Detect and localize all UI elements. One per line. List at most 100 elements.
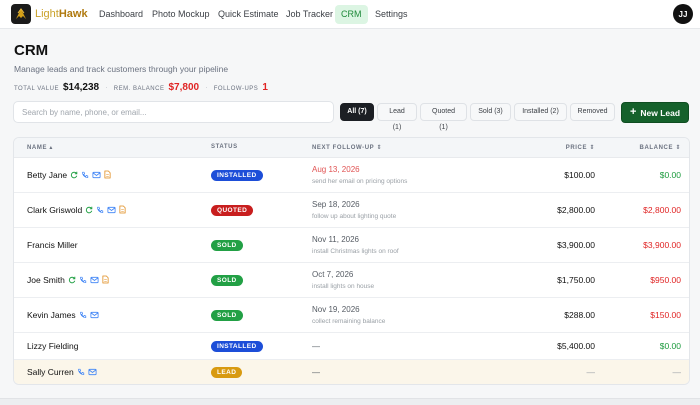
follow-ups-count: 1 xyxy=(262,82,268,93)
table-row[interactable]: Betty Jane INSTALLED Aug 13, 2026 send her … xyxy=(14,158,689,193)
filter-removed[interactable]: Removed xyxy=(570,103,615,121)
header-followup[interactable]: NEXT FOLLOW-UP ⇕ xyxy=(312,144,382,151)
followup-date: Nov 11, 2026 xyxy=(312,234,359,244)
nav-crm[interactable]: CRM xyxy=(335,5,368,24)
table-row[interactable]: Lizzy Fielding INSTALLED — $5,400.00 $0.00 xyxy=(14,333,689,360)
customer-name[interactable]: Lizzy Fielding xyxy=(27,341,79,351)
mail-icon[interactable] xyxy=(90,311,99,319)
search-input[interactable] xyxy=(13,101,334,123)
followup-note: send her email on pricing options xyxy=(312,177,408,185)
customer-name-label: Sally Curren xyxy=(27,367,74,377)
followup-date: Sep 18, 2026 xyxy=(312,199,360,209)
total-value: $14,238 xyxy=(62,82,100,93)
customer-name[interactable]: Joe Smith xyxy=(27,275,109,285)
refresh-icon[interactable] xyxy=(68,276,76,284)
filter-sold[interactable]: Sold (3) xyxy=(470,103,511,121)
followup-note: install lights on house xyxy=(312,282,375,290)
status-badge: SOLD xyxy=(211,309,243,321)
followup-note: install Christmas lights on roof xyxy=(312,247,399,255)
status-badge: QUOTED xyxy=(211,204,254,216)
page-subtitle: Manage leads and track customers through… xyxy=(14,64,229,74)
customer-name-label: Kevin James xyxy=(27,309,76,320)
table-row[interactable]: Francis Miller SOLD Nov 11, 2026 install Ch… xyxy=(14,228,689,263)
nav-dashboard[interactable]: Dashboard xyxy=(93,5,149,24)
customer-name[interactable]: Francis Miller xyxy=(27,240,78,250)
header-name[interactable]: NAME ▴ xyxy=(27,144,53,151)
sort-icon: ⇕ xyxy=(589,145,595,151)
status-badge: INSTALLED xyxy=(211,169,263,181)
nav-job-tracker[interactable]: Job Tracker xyxy=(280,5,339,24)
page-title: CRM xyxy=(14,42,49,59)
new-lead-label: New Lead xyxy=(640,107,681,118)
phone-icon[interactable] xyxy=(79,276,87,284)
customer-name[interactable]: Sally Curren xyxy=(27,367,97,377)
table-row[interactable]: Kevin James SOLD Nov 19, 2026 collect remai… xyxy=(14,298,689,333)
header-balance[interactable]: BALANCE ⇕ xyxy=(640,144,681,151)
followup-date: Nov 19, 2026 xyxy=(312,304,360,314)
filter-lead[interactable]: Lead (1) xyxy=(377,103,417,131)
followup-note: follow up about lighting quote xyxy=(312,212,397,220)
phone-icon[interactable] xyxy=(77,368,85,376)
price-value: $1,750.00 xyxy=(557,274,595,285)
customer-name-label: Joe Smith xyxy=(27,274,65,285)
document-icon[interactable] xyxy=(104,170,111,179)
nav-settings[interactable]: Settings xyxy=(369,5,414,24)
brand-name[interactable]: LightHawk xyxy=(35,8,88,20)
table-header: NAME ▴ STATUS NEXT FOLLOW-UP ⇕ PRICE ⇕ B… xyxy=(14,138,689,158)
price-value: $5,400.00 xyxy=(557,340,595,351)
refresh-icon[interactable] xyxy=(70,171,78,179)
page-footer-bar xyxy=(0,398,700,405)
plus-icon: + xyxy=(629,106,637,118)
header-status[interactable]: STATUS xyxy=(211,144,238,150)
refresh-icon[interactable] xyxy=(85,206,93,214)
sort-icon: ⇕ xyxy=(675,145,681,151)
status-badge: SOLD xyxy=(211,274,243,286)
phone-icon[interactable] xyxy=(79,311,87,319)
customer-name-label: Betty Jane xyxy=(27,169,68,180)
customer-name-label: Lizzy Fielding xyxy=(27,340,79,351)
followup-date: Oct 7, 2026 xyxy=(312,269,354,279)
separator-dot: · xyxy=(105,83,108,92)
filter-installed[interactable]: Installed (2) xyxy=(514,103,567,121)
table-row[interactable]: Clark Griswold QUOTED Sep 18, 2026 follow u… xyxy=(14,193,689,228)
mail-icon[interactable] xyxy=(88,368,97,376)
balance-value: $0.00 xyxy=(659,169,681,180)
mail-icon[interactable] xyxy=(90,276,99,284)
customer-name[interactable]: Betty Jane xyxy=(27,170,111,180)
nav-photo-mockup[interactable]: Photo Mockup xyxy=(146,5,216,24)
status-badge: INSTALLED xyxy=(211,340,263,352)
document-icon[interactable] xyxy=(119,205,126,214)
top-nav: LightHawk Dashboard Photo Mockup Quick E… xyxy=(0,0,700,29)
lighthawk-logo-icon[interactable] xyxy=(11,4,31,24)
customer-name[interactable]: Kevin James xyxy=(27,310,99,320)
followup-date: Aug 13, 2026 xyxy=(312,164,360,174)
table-row[interactable]: Sally Curren LEAD — — — xyxy=(14,360,689,384)
mail-icon[interactable] xyxy=(107,206,116,214)
customer-name[interactable]: Clark Griswold xyxy=(27,205,126,215)
balance-value: $950.00 xyxy=(650,274,681,285)
follow-ups-label: FOLLOW-UPS xyxy=(213,86,259,92)
document-icon[interactable] xyxy=(102,275,109,284)
sort-icon: ⇕ xyxy=(376,145,383,151)
nav-quick-estimate[interactable]: Quick Estimate xyxy=(212,5,285,24)
followup-note: collect remaining balance xyxy=(312,317,386,325)
phone-icon[interactable] xyxy=(81,171,89,179)
mail-icon[interactable] xyxy=(92,171,101,179)
table-row[interactable]: Joe Smith SOLD Oct 7, 2026 install lights o… xyxy=(14,263,689,298)
price-value: — xyxy=(586,367,596,377)
price-value: $3,900.00 xyxy=(557,239,595,250)
phone-icon[interactable] xyxy=(96,206,104,214)
filter-all[interactable]: All (7) xyxy=(340,103,374,121)
filter-quoted[interactable]: Quoted (1) xyxy=(420,103,467,131)
balance-value: $0.00 xyxy=(659,340,681,351)
crm-table: NAME ▴ STATUS NEXT FOLLOW-UP ⇕ PRICE ⇕ B… xyxy=(13,137,690,385)
followup-date: — xyxy=(312,368,320,377)
balance-value: $3,900.00 xyxy=(643,239,681,250)
price-value: $100.00 xyxy=(564,169,595,180)
new-lead-button[interactable]: + New Lead xyxy=(621,102,689,123)
balance-value: $150.00 xyxy=(650,309,681,320)
header-price[interactable]: PRICE ⇕ xyxy=(566,144,595,151)
balance-value: $2,800.00 xyxy=(643,204,681,215)
user-avatar[interactable]: JJ xyxy=(673,4,693,24)
separator-dot: · xyxy=(205,83,208,92)
